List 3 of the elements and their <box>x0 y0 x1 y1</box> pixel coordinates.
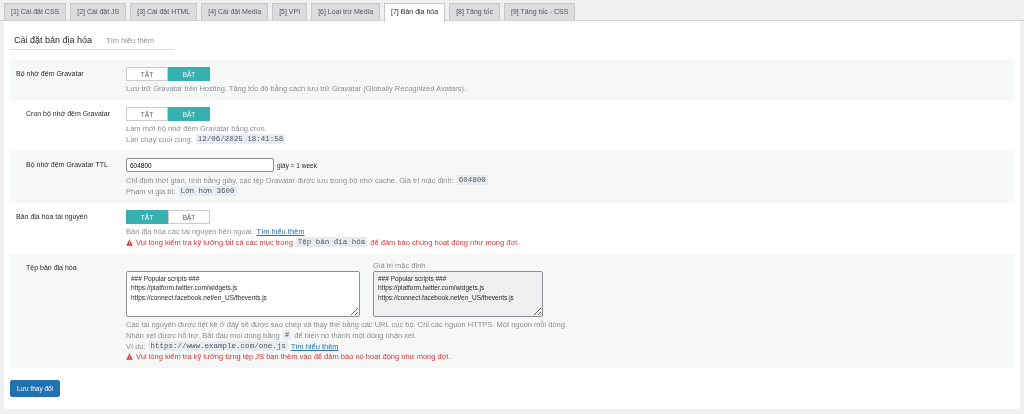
section-title: Cài đặt bản địa hóa <box>14 35 93 45</box>
warning-icon <box>126 238 133 246</box>
warning-icon <box>126 353 133 360</box>
